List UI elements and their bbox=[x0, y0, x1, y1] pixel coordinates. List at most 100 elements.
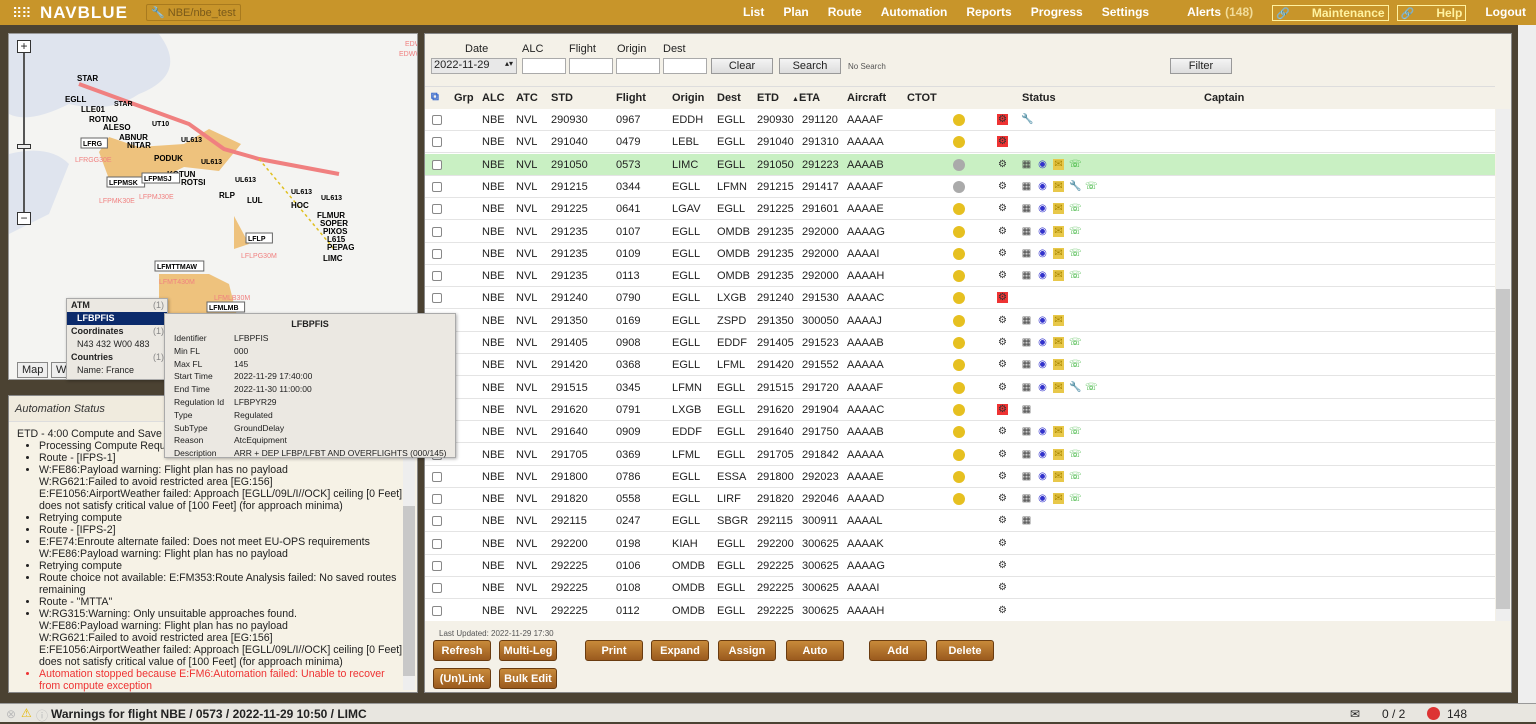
phone-icon[interactable]: ☏ bbox=[1069, 359, 1082, 370]
antenna-icon[interactable]: ◉ bbox=[1037, 248, 1048, 259]
gear-icon[interactable]: ⚙ bbox=[997, 203, 1008, 214]
waypoint-label[interactable]: HOC bbox=[291, 201, 309, 210]
antenna-icon[interactable]: ◉ bbox=[1037, 426, 1048, 437]
calculator-icon[interactable]: ▦ bbox=[1021, 337, 1032, 348]
ctx-coordinates[interactable]: Coordinates (1) bbox=[67, 325, 167, 338]
antenna-icon[interactable]: ◉ bbox=[1037, 471, 1048, 482]
table-row[interactable]: NBE NVL 291240 0790 EGLL LXGB 291240 291530 AAAA… bbox=[425, 287, 1495, 310]
calculator-icon[interactable]: ▦ bbox=[1021, 270, 1032, 281]
ctot-indicator-icon[interactable] bbox=[953, 337, 965, 349]
antenna-icon[interactable]: ◉ bbox=[1037, 181, 1048, 192]
table-row[interactable]: NBE NVL 291235 0107 EGLL OMDB 291235 292000 AAAA… bbox=[425, 221, 1495, 243]
multi-leg-button[interactable]: Multi-Leg bbox=[499, 640, 557, 661]
mail-icon[interactable]: ✉ bbox=[1053, 359, 1064, 371]
nav-plan[interactable]: Plan bbox=[783, 5, 808, 21]
table-row[interactable]: NBE NVL 292200 0198 KIAH EGLL 292200 300625 AAAA… bbox=[425, 533, 1495, 555]
waypoint-label[interactable]: STAR bbox=[77, 74, 98, 83]
ctot-indicator-icon[interactable] bbox=[953, 114, 965, 126]
zoom-out-icon[interactable]: − bbox=[17, 212, 31, 225]
mail-icon[interactable]: ✉ bbox=[1053, 426, 1064, 438]
calculator-icon[interactable]: ▦ bbox=[1021, 181, 1032, 192]
table-row[interactable]: NBE NVL 292225 0108 OMDB EGLL 292225 300625 AAAA… bbox=[425, 577, 1495, 600]
table-row[interactable]: NBE NVL 291050 0573 LIMC EGLL 291050 291223 AAAA… bbox=[425, 153, 1495, 176]
calculator-icon[interactable]: ▦ bbox=[1021, 359, 1032, 370]
messages-icon[interactable]: ✉ bbox=[1350, 707, 1360, 721]
map-zoom-slider[interactable]: + − bbox=[17, 40, 31, 225]
mail-icon[interactable]: ✉ bbox=[1053, 180, 1064, 192]
calculator-icon[interactable]: ▦ bbox=[1021, 203, 1032, 214]
table-row[interactable]: NBE NVL 292225 0106 OMDB EGLL 292225 300625 AAAA… bbox=[425, 555, 1495, 577]
nav-alerts[interactable]: Alerts (148) bbox=[1168, 5, 1253, 21]
antenna-icon[interactable]: ◉ bbox=[1037, 226, 1048, 237]
table-row[interactable]: NBE NVL 291040 0479 LEBL EGLL 291040 291310 AAAA… bbox=[425, 131, 1495, 154]
row-checkbox[interactable] bbox=[432, 181, 442, 192]
row-checkbox[interactable] bbox=[432, 516, 442, 527]
ctot-indicator-icon[interactable] bbox=[953, 314, 965, 327]
col-origin[interactable]: Origin bbox=[672, 92, 704, 104]
table-row[interactable]: NBE NVL 291350 0169 EGLL ZSPD 291350 300050 AAAA… bbox=[425, 310, 1495, 332]
automation-scrollbar[interactable] bbox=[403, 424, 415, 690]
antenna-icon[interactable]: ◉ bbox=[1037, 359, 1048, 370]
table-row[interactable]: NBE NVL 291640 0909 EDDF EGLL 291640 291750 AAAA… bbox=[425, 421, 1495, 444]
antenna-icon[interactable]: ◉ bbox=[1037, 315, 1048, 326]
ctx-countries[interactable]: Countries (1) bbox=[67, 351, 167, 364]
table-row[interactable]: NBE NVL 291515 0345 LFMN EGLL 291515 291720 AAAA… bbox=[425, 377, 1495, 399]
antenna-icon[interactable]: ◉ bbox=[1037, 159, 1048, 170]
phone-icon[interactable]: ☏ bbox=[1069, 248, 1082, 259]
gear-alert-icon[interactable]: ⚙ bbox=[997, 136, 1008, 148]
gear-icon[interactable]: ⚙ bbox=[997, 315, 1008, 326]
ctot-indicator-icon[interactable] bbox=[953, 292, 965, 305]
map-button[interactable]: Map bbox=[17, 362, 49, 378]
row-checkbox[interactable] bbox=[432, 226, 442, 237]
wrench-icon[interactable]: 🔧 bbox=[1021, 114, 1033, 125]
dest-input[interactable] bbox=[663, 58, 707, 74]
ctx-coord-value[interactable]: N43 432 W00 483 bbox=[67, 338, 167, 351]
gear-alert-icon[interactable]: ⚙ bbox=[997, 114, 1008, 125]
waypoint-label[interactable]: LUL bbox=[247, 196, 263, 205]
assign-button[interactable]: Assign bbox=[718, 640, 776, 661]
waypoint-label[interactable]: ALESO bbox=[103, 123, 131, 132]
ctot-indicator-icon[interactable] bbox=[953, 493, 965, 506]
calculator-icon[interactable]: ▦ bbox=[1021, 515, 1032, 526]
phone-icon[interactable]: ☏ bbox=[1069, 493, 1082, 504]
gear-icon[interactable]: ⚙ bbox=[997, 159, 1008, 170]
antenna-icon[interactable]: ◉ bbox=[1037, 493, 1048, 504]
mail-icon[interactable]: ✉ bbox=[1053, 158, 1064, 170]
zoom-in-icon[interactable]: + bbox=[17, 40, 31, 53]
antenna-icon[interactable]: ◉ bbox=[1037, 449, 1048, 460]
waypoint-label[interactable]: LIMC bbox=[323, 254, 343, 263]
row-checkbox[interactable] bbox=[432, 605, 442, 616]
phone-icon[interactable]: ☏ bbox=[1069, 226, 1082, 237]
antenna-icon[interactable]: ◉ bbox=[1037, 382, 1048, 393]
gear-alert-icon[interactable]: ⚙ bbox=[997, 403, 1008, 415]
row-checkbox[interactable] bbox=[432, 538, 442, 549]
col-status[interactable]: Status bbox=[1022, 92, 1056, 104]
wrench-icon[interactable]: 🔧 bbox=[1069, 382, 1081, 393]
col-alc[interactable]: ALC bbox=[482, 92, 505, 104]
calculator-icon[interactable]: ▦ bbox=[1021, 493, 1032, 504]
col-aircraft[interactable]: Aircraft bbox=[847, 92, 886, 104]
waypoint-label[interactable]: RLP bbox=[219, 191, 236, 200]
unlink-button[interactable]: (Un)Link bbox=[433, 668, 491, 689]
ctot-indicator-icon[interactable] bbox=[953, 203, 965, 216]
row-checkbox[interactable] bbox=[432, 583, 442, 594]
waypoint-label[interactable]: PEPAG bbox=[327, 243, 354, 252]
col-dest[interactable]: Dest bbox=[717, 92, 741, 104]
col-captain[interactable]: Captain bbox=[1204, 92, 1244, 104]
auto-button[interactable]: Auto bbox=[786, 640, 844, 661]
gear-alert-icon[interactable]: ⚙ bbox=[997, 292, 1008, 304]
gear-icon[interactable]: ⚙ bbox=[997, 449, 1008, 460]
antenna-icon[interactable]: ◉ bbox=[1037, 270, 1048, 281]
date-input[interactable]: 2022-11-29 ▴▾ bbox=[431, 58, 517, 74]
phone-icon[interactable]: ☏ bbox=[1069, 449, 1082, 460]
ctot-indicator-icon[interactable] bbox=[953, 136, 965, 149]
table-row[interactable]: NBE NVL 291420 0368 EGLL LFML 291420 291552 AAAA… bbox=[425, 354, 1495, 377]
flight-input[interactable] bbox=[569, 58, 613, 74]
gear-icon[interactable]: ⚙ bbox=[997, 270, 1008, 281]
gear-icon[interactable]: ⚙ bbox=[997, 382, 1008, 393]
filter-button[interactable]: Filter bbox=[1170, 58, 1232, 74]
ctx-atm[interactable]: ATM (1) bbox=[67, 299, 167, 312]
waypoint-label[interactable]: LLE01 bbox=[81, 105, 106, 114]
row-checkbox[interactable] bbox=[432, 137, 442, 148]
ctot-indicator-icon[interactable] bbox=[953, 381, 965, 394]
